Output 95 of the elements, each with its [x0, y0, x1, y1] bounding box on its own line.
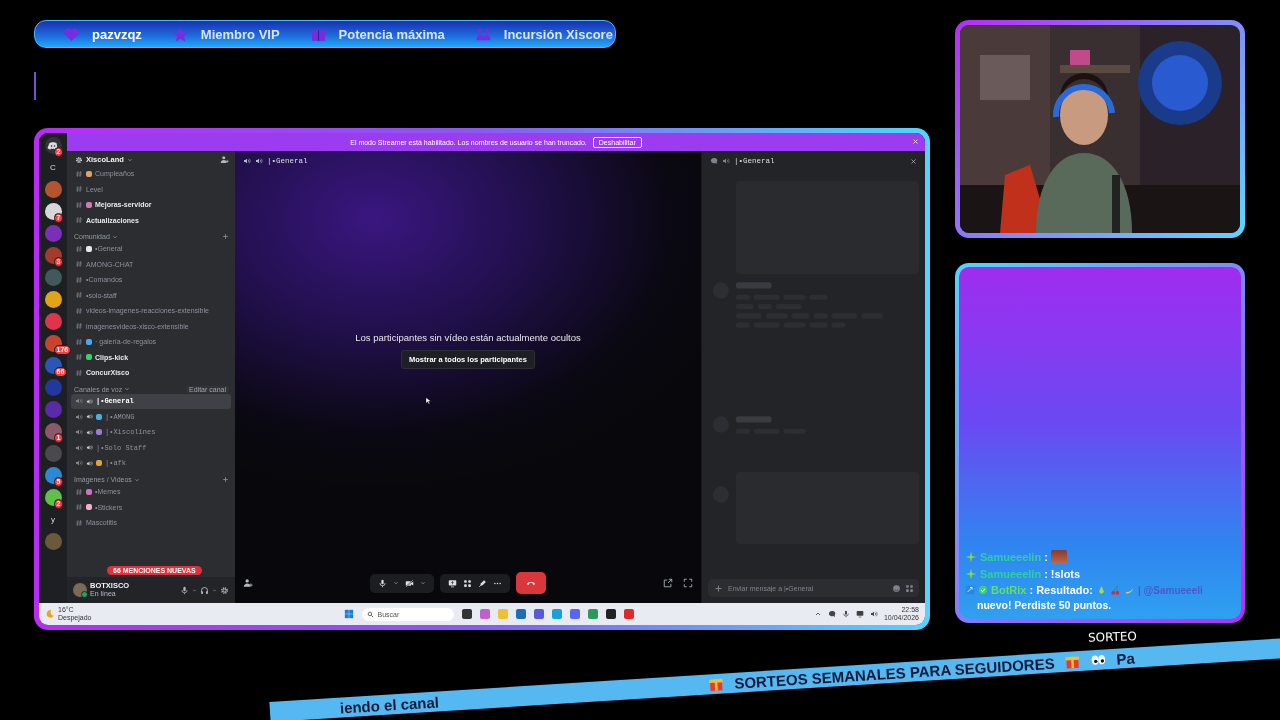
ticker-text: SORTEOS SEMANALES PARA SEGUIDORES [733, 654, 1056, 692]
status-dot [81, 591, 88, 598]
app-icon[interactable] [462, 609, 473, 619]
chat-message: nuevo! Perdiste 50 puntos. [976, 599, 1113, 611]
screen-share-icon[interactable] [448, 578, 457, 588]
user-avatar[interactable] [73, 583, 87, 597]
chevron-icon[interactable] [813, 610, 822, 618]
speaker-icon [75, 443, 83, 452]
speaker-icon [722, 157, 730, 165]
mention: | @Samueeeli [1137, 584, 1203, 596]
chevron-icon[interactable] [124, 386, 131, 392]
verified-icon [978, 585, 988, 595]
home-button[interactable] [44, 137, 62, 154]
chevron-icon[interactable] [393, 580, 399, 586]
chat-message: !slots [1050, 568, 1081, 580]
hash-icon [75, 216, 83, 225]
hidden-participants-notice: Los participantes sin vídeo están actualmente ocultos [355, 331, 581, 343]
hash-icon [75, 260, 83, 269]
apps-icon[interactable] [463, 578, 472, 588]
mouse-cursor-icon [425, 396, 433, 406]
hash-icon [75, 169, 83, 178]
mic-icon[interactable] [378, 578, 387, 588]
hash-icon [75, 275, 83, 284]
gift-icon [1064, 653, 1081, 670]
discord-icon [47, 139, 59, 152]
windows-icon[interactable] [344, 609, 355, 619]
settings-icon[interactable] [220, 585, 229, 595]
pop-out-icon[interactable] [663, 578, 673, 588]
star-icon [171, 25, 189, 43]
speaker-icon [86, 444, 93, 452]
badge-label: pazvzqz [92, 26, 142, 42]
mic-icon[interactable] [841, 610, 850, 618]
ticker-text: iendo el canal [339, 692, 440, 717]
plus-icon[interactable] [222, 476, 229, 483]
speaker-icon [86, 413, 93, 421]
chevron-icon[interactable] [420, 580, 426, 586]
hash-icon [75, 503, 83, 512]
hang-up-button[interactable] [516, 572, 546, 594]
badge-label: Miembro VIP [200, 26, 280, 42]
chat-message: Resultado: [1036, 584, 1093, 596]
hash-icon [75, 200, 83, 209]
speaker-icon [243, 157, 251, 165]
chevron-icon[interactable] [111, 233, 118, 240]
chevron-icon[interactable] [126, 156, 133, 163]
chevron-icon[interactable] [133, 476, 140, 483]
text-caret [34, 72, 36, 100]
speaker-icon [75, 397, 83, 406]
moon-icon [45, 609, 55, 619]
badge-label: Incursión Xiscore [503, 26, 613, 42]
hash-icon [75, 487, 83, 496]
app-icon[interactable] [606, 609, 617, 619]
speaker-icon [75, 459, 83, 468]
hash-icon [75, 291, 83, 300]
close-icon[interactable] [910, 157, 917, 165]
add-member-icon[interactable] [220, 155, 229, 164]
speaker-icon [75, 412, 83, 421]
sorteo-label: SORTEO [1087, 629, 1138, 645]
emoji-icon[interactable] [892, 583, 901, 593]
plus-icon[interactable] [714, 583, 723, 593]
speaker-icon [86, 459, 93, 467]
plus-icon[interactable] [222, 233, 229, 240]
sparkle-icon [965, 551, 977, 563]
speaker-icon [86, 397, 93, 405]
cherry-icon [1109, 584, 1121, 596]
hash-icon [75, 518, 83, 527]
mic-icon[interactable] [180, 585, 189, 595]
fullscreen-icon[interactable] [683, 578, 693, 588]
speaker-icon [75, 428, 83, 437]
chat-icon [710, 157, 718, 165]
ticker-text: Pa [1115, 649, 1136, 668]
hash-icon [75, 337, 83, 346]
chat-username: Samueeelin [980, 551, 1042, 563]
hash-icon [75, 353, 83, 362]
separator: : [1044, 568, 1048, 580]
hash-icon [75, 306, 83, 315]
monitor-icon[interactable] [855, 610, 864, 618]
hash-icon [75, 185, 83, 194]
camera-off-icon[interactable] [405, 578, 414, 588]
headphones-icon[interactable] [200, 585, 209, 595]
hash-icon [75, 368, 83, 377]
separator: : [1044, 551, 1048, 563]
speaker-icon [255, 157, 263, 165]
chat-username: Samueeelin [980, 568, 1042, 580]
volume-icon[interactable] [869, 610, 878, 618]
speaker-icon [86, 428, 93, 436]
hash-icon [75, 322, 83, 331]
emote-icon [1050, 550, 1067, 564]
search-icon [367, 610, 375, 618]
heart-icon [63, 25, 80, 43]
invite-icon[interactable] [243, 578, 253, 588]
sparkle-icon [965, 568, 977, 580]
separator: : [1029, 584, 1034, 596]
hash-icon [75, 244, 83, 253]
badge-label: Potencia máxima [338, 26, 445, 42]
chat-username: BotRix [991, 584, 1027, 596]
